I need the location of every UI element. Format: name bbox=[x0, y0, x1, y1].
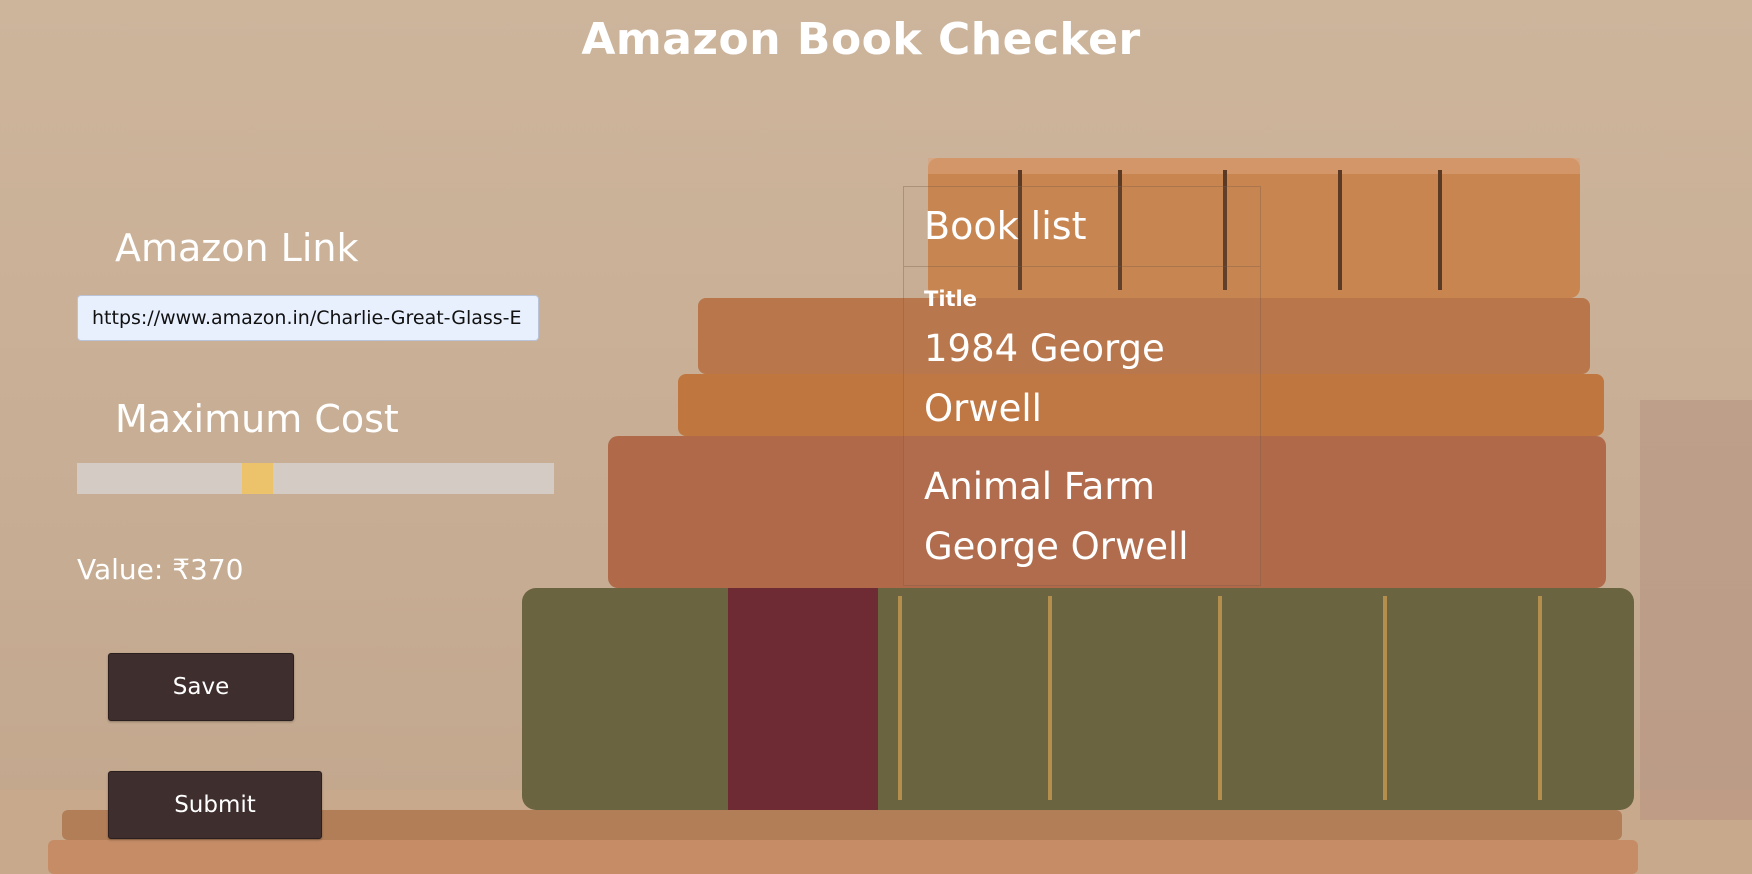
book-list-panel: Book list Title 1984 George Orwell Anima… bbox=[903, 186, 1261, 586]
slider-thumb[interactable] bbox=[242, 463, 273, 494]
book-list-heading: Book list bbox=[904, 187, 1260, 267]
list-item: 1984 George Orwell bbox=[924, 327, 1165, 430]
amazon-link-label: Amazon Link bbox=[115, 226, 359, 270]
maximum-cost-label: Maximum Cost bbox=[115, 397, 399, 441]
amazon-link-input[interactable] bbox=[77, 295, 539, 341]
save-button[interactable]: Save bbox=[108, 653, 294, 721]
cost-value-text: Value: ₹370 bbox=[77, 553, 244, 586]
title-column-header: Title bbox=[924, 287, 978, 311]
submit-button[interactable]: Submit bbox=[108, 771, 322, 839]
maximum-cost-slider[interactable] bbox=[77, 463, 554, 494]
page-title: Amazon Book Checker bbox=[581, 14, 1141, 65]
list-item: Animal Farm George Orwell bbox=[924, 465, 1189, 568]
